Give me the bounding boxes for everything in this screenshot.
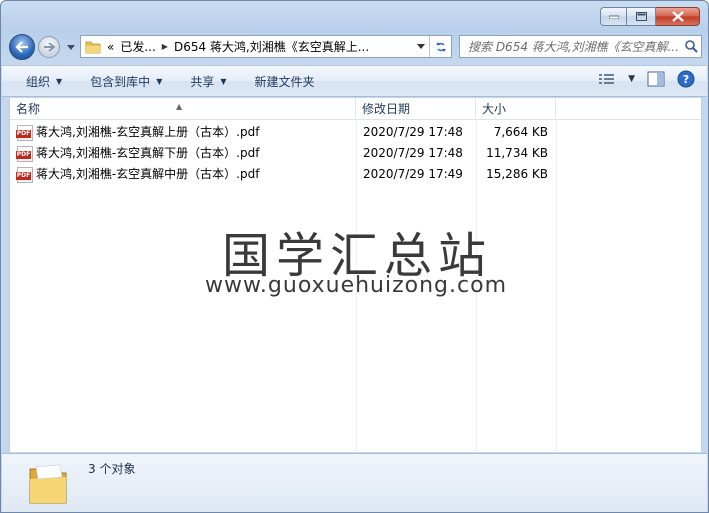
caption-buttons xyxy=(600,7,700,26)
column-header-name-label: 名称 xyxy=(16,102,41,116)
folder-icon xyxy=(26,459,70,510)
file-rows: PDF 蒋大鸿,刘湘樵-玄空真解上册（古本）.pdf 2020/7/29 17:… xyxy=(10,122,701,185)
pdf-file-icon: PDF xyxy=(16,124,33,141)
folder-icon xyxy=(85,40,103,54)
column-header-date[interactable]: 修改日期 xyxy=(356,98,476,120)
breadcrumb-separator-icon[interactable]: ▶ xyxy=(162,42,168,51)
svg-text:?: ? xyxy=(683,73,689,86)
share-menu[interactable]: 共享 ▼ xyxy=(186,69,230,93)
column-header-date-label: 修改日期 xyxy=(362,102,411,116)
chevron-down-icon: ▼ xyxy=(56,76,63,86)
minimize-icon xyxy=(608,15,619,19)
explorer-window: « 已发... ▶ D654 蒋大鸿,刘湘樵《玄空真解上... 搜索 D654 … xyxy=(0,0,709,513)
view-options-dropdown[interactable]: ▼ xyxy=(628,74,635,84)
column-header-size[interactable]: 大小 xyxy=(476,98,556,120)
chevron-down-icon xyxy=(417,44,425,49)
refresh-icon xyxy=(435,41,446,52)
chevron-down-icon xyxy=(67,44,75,50)
recent-pages-dropdown[interactable] xyxy=(66,42,76,52)
breadcrumb-overflow[interactable]: « xyxy=(107,40,114,54)
maximize-button[interactable] xyxy=(627,7,656,26)
help-button[interactable]: ? xyxy=(677,70,695,88)
details-pane: 3 个对象 xyxy=(2,453,707,512)
include-in-library-menu[interactable]: 包含到库中 ▼ xyxy=(86,69,166,93)
share-label: 共享 xyxy=(190,74,215,89)
back-button[interactable] xyxy=(9,34,35,60)
file-name: 蒋大鸿,刘湘樵-玄空真解中册（古本）.pdf xyxy=(36,167,260,181)
search-box[interactable]: 搜索 D654 蒋大鸿,刘湘樵《玄空真解... xyxy=(459,35,702,58)
change-view-button[interactable] xyxy=(598,72,616,86)
close-button[interactable] xyxy=(656,7,700,26)
arrow-left-icon xyxy=(15,41,28,53)
file-name-cell: PDF 蒋大鸿,刘湘樵-玄空真解中册（古本）.pdf xyxy=(16,164,260,185)
file-name: 蒋大鸿,刘湘樵-玄空真解上册（古本）.pdf xyxy=(36,125,260,139)
close-icon xyxy=(671,11,684,22)
search-input[interactable]: 搜索 D654 蒋大鸿,刘湘樵《玄空真解... xyxy=(468,38,681,55)
breadcrumb-item-parent[interactable]: 已发... xyxy=(120,38,155,55)
breadcrumb: « 已发... ▶ D654 蒋大鸿,刘湘樵《玄空真解上... xyxy=(107,38,369,55)
arrow-right-icon xyxy=(44,42,55,52)
file-name: 蒋大鸿,刘湘樵-玄空真解下册（古本）.pdf xyxy=(36,146,260,160)
view-list-icon xyxy=(599,74,615,84)
preview-pane-button[interactable] xyxy=(647,71,665,87)
new-folder-button[interactable]: 新建文件夹 xyxy=(251,69,319,93)
file-size: 15,286 KB xyxy=(486,167,548,181)
file-date: 2020/7/29 17:48 xyxy=(363,125,463,139)
command-bar-right: ▼ ? xyxy=(598,70,695,88)
organize-label: 组织 xyxy=(26,74,51,89)
organize-menu[interactable]: 组织 ▼ xyxy=(22,69,66,93)
preview-pane-icon xyxy=(647,71,665,87)
sort-ascending-icon: ▲ xyxy=(176,102,183,111)
search-icon[interactable] xyxy=(681,40,701,53)
address-history-dropdown[interactable] xyxy=(413,36,429,57)
pdf-file-icon: PDF xyxy=(16,145,33,162)
column-header-name[interactable]: 名称 ▲ xyxy=(10,98,356,120)
forward-button[interactable] xyxy=(38,36,60,58)
command-bar: 组织 ▼ 包含到库中 ▼ 共享 ▼ 新建文件夹 ▼ ? xyxy=(2,65,707,97)
column-header-size-label: 大小 xyxy=(482,102,507,116)
file-date: 2020/7/29 17:48 xyxy=(363,146,463,160)
file-row[interactable]: PDF 蒋大鸿,刘湘樵-玄空真解下册（古本）.pdf 2020/7/29 17:… xyxy=(10,143,701,164)
breadcrumb-item-current[interactable]: D654 蒋大鸿,刘湘樵《玄空真解上... xyxy=(174,38,369,55)
file-size: 7,664 KB xyxy=(493,125,548,139)
pdf-file-icon: PDF xyxy=(16,166,33,183)
navigation-row: « 已发... ▶ D654 蒋大鸿,刘湘樵《玄空真解上... 搜索 D654 … xyxy=(9,34,702,60)
file-name-cell: PDF 蒋大鸿,刘湘樵-玄空真解下册（古本）.pdf xyxy=(16,143,260,164)
include-in-library-label: 包含到库中 xyxy=(90,74,151,89)
file-row[interactable]: PDF 蒋大鸿,刘湘樵-玄空真解上册（古本）.pdf 2020/7/29 17:… xyxy=(10,122,701,143)
address-bar[interactable]: « 已发... ▶ D654 蒋大鸿,刘湘樵《玄空真解上... xyxy=(80,35,452,58)
chevron-down-icon: ▼ xyxy=(628,74,635,84)
help-icon: ? xyxy=(677,70,695,88)
chevron-down-icon: ▼ xyxy=(220,76,227,86)
file-row[interactable]: PDF 蒋大鸿,刘湘樵-玄空真解中册（古本）.pdf 2020/7/29 17:… xyxy=(10,164,701,185)
minimize-button[interactable] xyxy=(600,7,627,26)
chevron-down-icon: ▼ xyxy=(156,76,163,86)
column-headers: 名称 ▲ 修改日期 大小 xyxy=(10,98,701,120)
item-count: 3 个对象 xyxy=(88,462,136,476)
file-date: 2020/7/29 17:49 xyxy=(363,167,463,181)
refresh-button[interactable] xyxy=(429,36,451,57)
watermark-url: www.guoxuehuizong.com xyxy=(204,273,508,298)
file-name-cell: PDF 蒋大鸿,刘湘樵-玄空真解上册（古本）.pdf xyxy=(16,122,260,143)
maximize-icon xyxy=(635,12,647,21)
new-folder-label: 新建文件夹 xyxy=(254,74,315,89)
file-size: 11,734 KB xyxy=(486,146,548,160)
